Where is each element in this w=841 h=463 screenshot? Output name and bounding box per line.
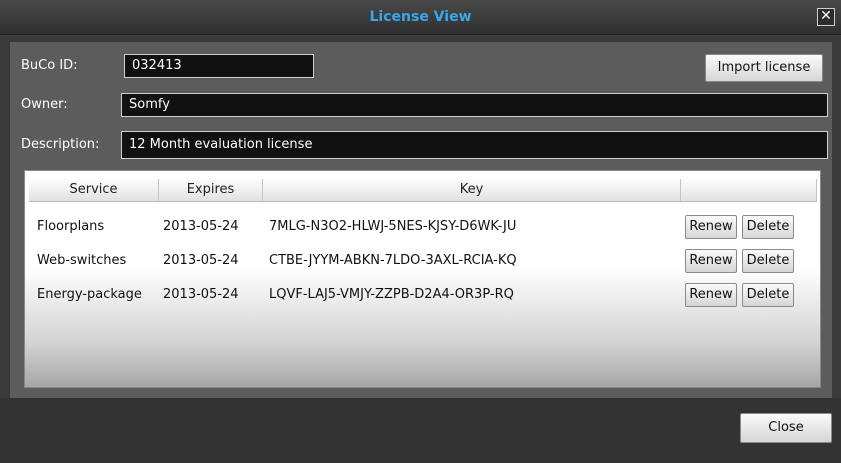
description-label: Description:	[21, 137, 100, 152]
delete-button[interactable]: Delete	[742, 283, 794, 307]
expires-cell: 2013-05-24	[163, 253, 239, 268]
service-cell: Web-switches	[37, 253, 127, 268]
table-header: Service Expires Key	[29, 179, 817, 202]
key-cell: CTBE-JYYM-ABKN-7LDO-3AXL-RCIA-KQ	[269, 253, 517, 268]
expires-cell: 2013-05-24	[163, 287, 239, 302]
renew-button[interactable]: Renew	[685, 283, 737, 307]
import-license-button[interactable]: Import license	[705, 54, 823, 82]
buco-id-field[interactable]: 032413	[124, 54, 314, 78]
header-service[interactable]: Service	[29, 179, 159, 201]
delete-button[interactable]: Delete	[742, 249, 794, 273]
close-icon[interactable]: ✕	[817, 8, 835, 26]
table-row[interactable]: Web-switches 2013-05-24 CTBE-JYYM-ABKN-7…	[25, 247, 822, 275]
key-cell: LQVF-LAJ5-VMJY-ZZPB-D2A4-OR3P-RQ	[269, 287, 514, 302]
header-actions	[681, 179, 817, 201]
close-button[interactable]: Close	[740, 413, 832, 443]
title-bar: License View ✕	[0, 0, 841, 35]
key-cell: 7MLG-N3O2-HLWJ-5NES-KJSY-D6WK-JU	[269, 219, 517, 234]
header-expires[interactable]: Expires	[159, 179, 263, 201]
delete-button[interactable]: Delete	[742, 215, 794, 239]
service-cell: Energy-package	[37, 287, 142, 302]
license-panel: BuCo ID: 032413 Import license Owner: So…	[10, 42, 832, 398]
owner-label: Owner:	[21, 97, 68, 112]
service-cell: Floorplans	[37, 219, 105, 234]
license-table: Service Expires Key Floorplans 2013-05-2…	[24, 170, 821, 388]
renew-button[interactable]: Renew	[685, 249, 737, 273]
buco-id-label: BuCo ID:	[21, 58, 78, 73]
description-field[interactable]: 12 Month evaluation license	[121, 131, 828, 159]
expires-cell: 2013-05-24	[163, 219, 239, 234]
table-row[interactable]: Floorplans 2013-05-24 7MLG-N3O2-HLWJ-5NE…	[25, 213, 822, 241]
owner-field[interactable]: Somfy	[121, 93, 828, 117]
table-row[interactable]: Energy-package 2013-05-24 LQVF-LAJ5-VMJY…	[25, 281, 822, 309]
footer-bar: Close	[0, 398, 841, 463]
header-key[interactable]: Key	[263, 179, 681, 201]
renew-button[interactable]: Renew	[685, 215, 737, 239]
window-title: License View	[369, 9, 472, 25]
